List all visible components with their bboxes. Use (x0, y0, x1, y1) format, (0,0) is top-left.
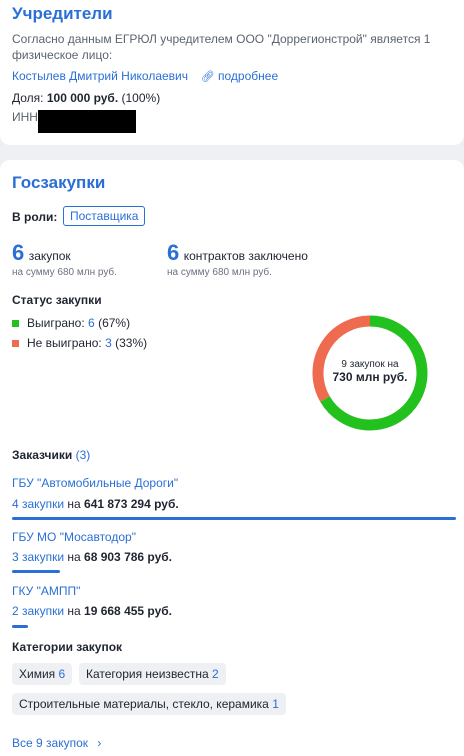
customer-amount: 68 903 786 руб. (84, 550, 173, 564)
role-label: В роли: (12, 210, 58, 224)
share-row: Доля: 100 000 руб. (100%) (12, 91, 160, 105)
procurement-title: Госзакупки (12, 173, 106, 192)
procurement-card: Госзакупки В роли: Поставщика 6 закупок … (0, 160, 464, 756)
lost-count[interactable]: 3 (105, 336, 112, 350)
customer-stats: 4 закупки на 641 873 294 руб. (12, 497, 179, 511)
won-label: Выиграно: (27, 316, 85, 330)
customer-amount: 641 873 294 руб. (84, 497, 179, 511)
inn-label: ИНН: (12, 110, 42, 124)
donut-line2: 730 млн руб. (332, 370, 408, 384)
customer-on: на (67, 550, 81, 564)
contracts-count: 6 (167, 240, 180, 265)
details-link[interactable]: 🔗︎ подробнее (201, 69, 278, 83)
won-percent: (67%) (98, 316, 131, 330)
customer-stats: 2 закупки на 19 668 455 руб. (12, 604, 172, 618)
donut-line1: 9 закупок на (341, 359, 399, 370)
customer-amount: 19 668 455 руб. (84, 604, 173, 618)
purchases-stat: 6 закупок (12, 240, 71, 266)
customers-count: (3) (75, 448, 91, 462)
lost-marker (12, 340, 19, 348)
categories-title: Категории закупок (12, 640, 123, 654)
contracts-stat: 6 контрактов заключено (167, 240, 308, 266)
customer-name-link[interactable]: ГКУ "АМПП" (12, 584, 80, 598)
purchases-sum: на сумму 680 млн руб. (12, 267, 117, 278)
founders-title: Учредители (12, 4, 113, 23)
category-chip[interactable]: Химия 6 (12, 663, 73, 685)
customer-count-link[interactable]: 2 закупки (12, 604, 64, 618)
link-icon: 🔗︎ (200, 71, 215, 83)
share-value: 100 000 руб. (46, 91, 119, 105)
category-label: Категория неизвестна (86, 667, 209, 681)
customer-name-link[interactable]: ГБУ МО "Мосавтодор" (12, 530, 136, 544)
purchases-label: закупок (28, 249, 71, 263)
status-title: Статус закупки (12, 293, 102, 307)
customers-title: Заказчики (3) (12, 448, 90, 462)
customer-share-bar (12, 625, 28, 628)
category-label: Строительные материалы, стекло, керамика (19, 697, 269, 711)
chevron-right-icon: › (97, 736, 102, 750)
customer-share-bar (12, 570, 60, 573)
all-purchases-label: Все 9 закупок (12, 736, 89, 750)
customer-on: на (67, 497, 81, 511)
customers-title-label: Заказчики (12, 448, 73, 462)
category-count: 6 (58, 667, 66, 681)
customer-name-link[interactable]: ГБУ "Автомобильные Дороги" (12, 476, 178, 490)
legend-won: Выиграно: 6 (67%) (12, 316, 130, 330)
customer-on: на (67, 604, 81, 618)
category-label: Химия (19, 667, 56, 681)
lost-label: Не выиграно: (27, 336, 102, 350)
category-count: 2 (212, 667, 219, 681)
customer-count-link[interactable]: 4 закупки (12, 497, 64, 511)
contracts-label: контрактов заключено (183, 249, 308, 263)
founder-name-link[interactable]: Костылев Дмитрий Николаевич (12, 69, 188, 83)
redaction-box (38, 110, 136, 133)
all-purchases-link[interactable]: Все 9 закупок › (12, 736, 101, 750)
details-link-label: подробнее (218, 69, 279, 83)
lost-percent: (33%) (115, 336, 148, 350)
founders-card: Учредители Согласно данным ЕГРЮЛ учредит… (0, 0, 464, 145)
contracts-sum: на сумму 680 млн руб. (167, 267, 272, 278)
role-badge-supplier[interactable]: Поставщика (63, 206, 146, 226)
share-percent: (100%) (121, 91, 161, 105)
founder-row: Костылев Дмитрий Николаевич 🔗︎ подробнее (12, 69, 278, 83)
legend-lost: Не выиграно: 3 (33%) (12, 336, 147, 350)
won-marker (12, 320, 19, 328)
category-chip[interactable]: Категория неизвестна 2 (79, 663, 226, 685)
category-chip[interactable]: Строительные материалы, стекло, керамика… (12, 693, 286, 715)
customer-stats: 3 закупки на 68 903 786 руб. (12, 550, 172, 564)
purchases-count: 6 (12, 240, 25, 265)
customer-count-link[interactable]: 3 закупки (12, 550, 64, 564)
share-label: Доля: (12, 91, 44, 105)
founders-description: Согласно данным ЕГРЮЛ учредителем ООО "Д… (12, 32, 431, 62)
donut-center-text: 9 закупок на 730 млн руб. (310, 359, 430, 384)
category-count: 1 (272, 697, 279, 711)
won-count[interactable]: 6 (88, 316, 95, 330)
customer-share-bar (12, 517, 456, 520)
